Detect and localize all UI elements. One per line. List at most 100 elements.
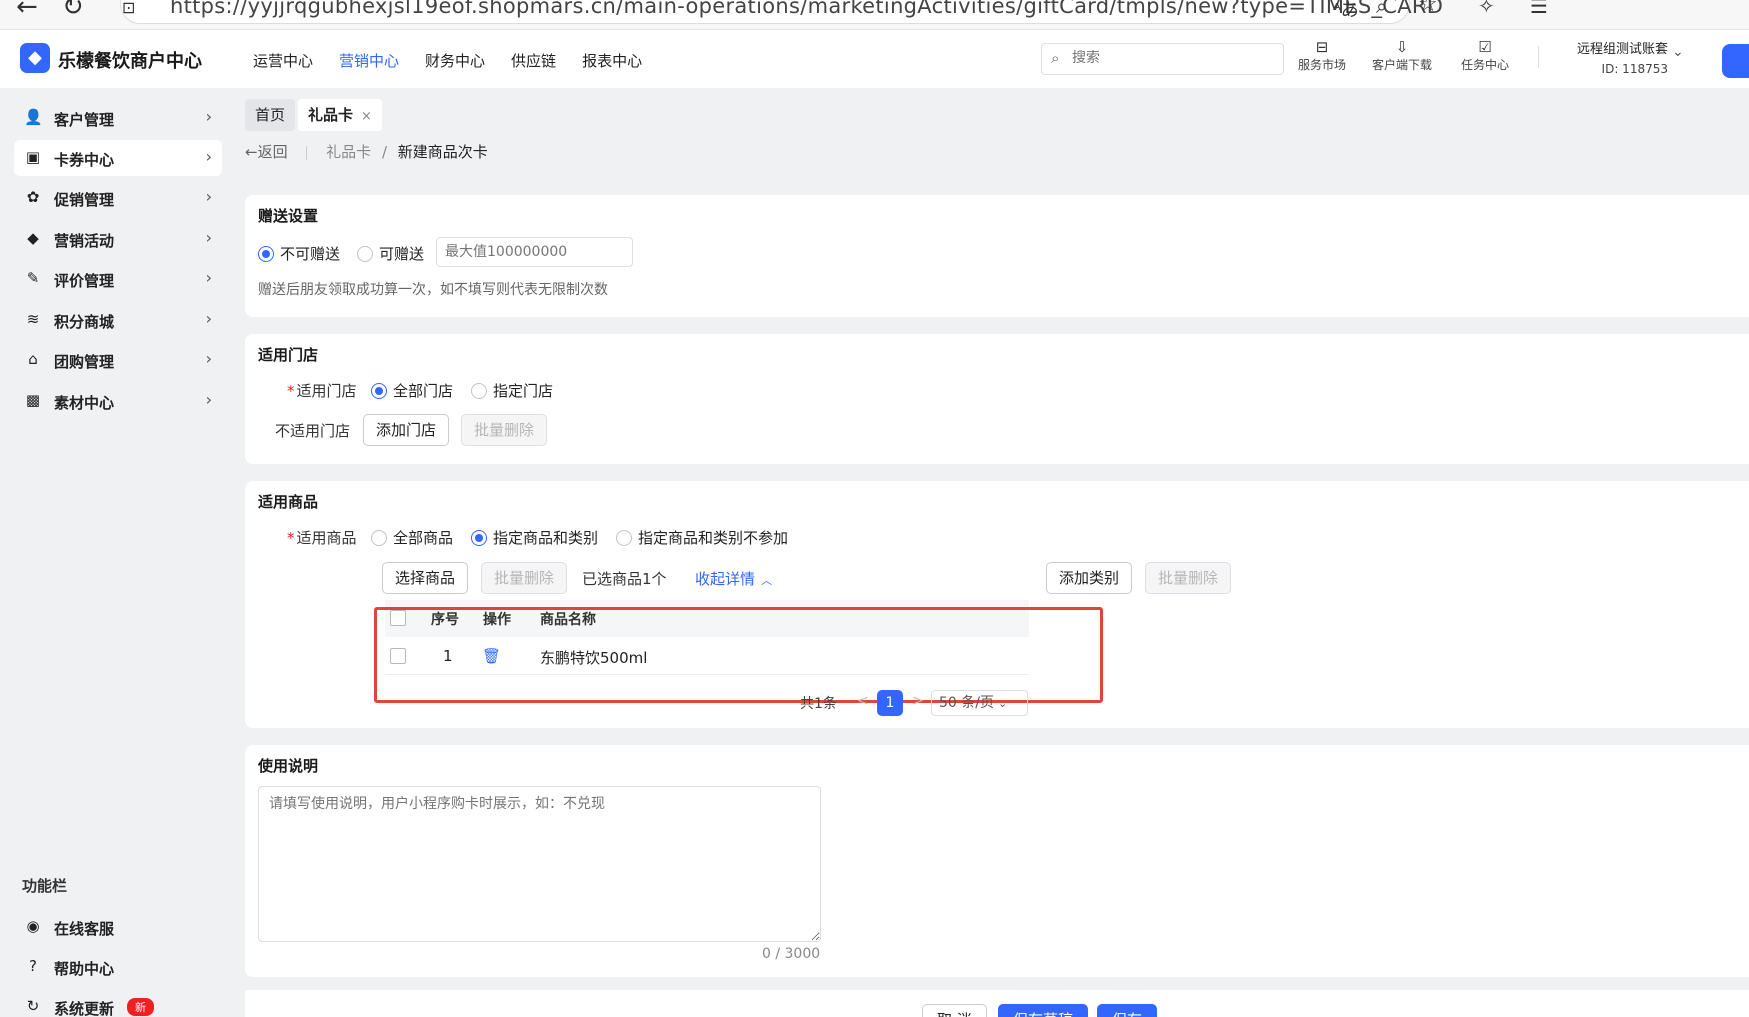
products-label: * 适用商品 xyxy=(287,527,357,548)
sidebar-item-label: 评价管理 xyxy=(54,272,115,290)
radio-specified-products[interactable]: 指定商品和类别 xyxy=(471,527,598,548)
nav-supply-chain[interactable]: 供应链 xyxy=(511,50,556,71)
favorite-star-icon[interactable]: ☆ xyxy=(1418,0,1438,17)
sidebar-item-materials[interactable]: ▩ 素材中心 › xyxy=(14,383,222,419)
breadcrumb-parent[interactable]: 礼品卡 xyxy=(326,143,371,161)
client-download-button[interactable]: ⇩ 客户端下载 xyxy=(1372,38,1432,73)
radio-dot xyxy=(357,245,373,262)
batch-delete-products-button[interactable]: 批量删除 xyxy=(481,562,568,594)
products-label-text: 适用商品 xyxy=(296,529,357,547)
back-arrow-icon[interactable]: ← xyxy=(16,0,38,22)
chevron-right-icon: › xyxy=(205,107,212,126)
back-button[interactable]: ←返回 xyxy=(245,143,288,161)
task-center-button[interactable]: ☑ 任务中心 xyxy=(1461,38,1509,73)
chevron-right-icon: › xyxy=(205,147,212,166)
shop-icon: ⌂ xyxy=(28,350,38,368)
close-icon[interactable]: × xyxy=(361,109,372,124)
sidebar-item-label: 积分商城 xyxy=(54,313,115,331)
stores-card: 适用门店 * 适用门店 全部门店 指定门店 不适用门店 添加门店 批量删除 xyxy=(245,334,1749,464)
sidebar-item-customers[interactable]: 👤 客户管理 › xyxy=(14,100,222,136)
collapse-details-label: 收起详情 xyxy=(695,570,756,588)
coins-icon: ≋ xyxy=(26,310,40,328)
nav-operations[interactable]: 运营中心 xyxy=(253,50,313,71)
sidebar-item-system-update[interactable]: ↻ 系统更新 新 xyxy=(14,989,222,1017)
search-box[interactable]: ⌕ xyxy=(1041,43,1284,75)
pager-prev-icon[interactable]: < xyxy=(857,693,869,709)
sidebar-item-cards[interactable]: ▣ 卡券中心 › xyxy=(14,140,222,176)
collapse-details-link[interactable]: 收起详情 ︿ xyxy=(695,568,772,589)
nav-marketing[interactable]: 营销中心 xyxy=(339,50,399,71)
usage-textarea[interactable] xyxy=(258,786,821,942)
search-input[interactable] xyxy=(1072,50,1272,66)
chevron-down-icon[interactable]: ⌄ xyxy=(1672,44,1684,60)
nav-finance[interactable]: 财务中心 xyxy=(425,50,485,71)
favorites-list-icon[interactable]: ☰ xyxy=(1530,0,1548,18)
row-index: 1 xyxy=(443,647,453,665)
url-text[interactable]: https://yyjjrqgubhexjsl19eof.shopmars.cn… xyxy=(170,0,1443,18)
sidebar-item-help-center[interactable]: ? 帮助中心 xyxy=(14,949,222,985)
sidebar-item-points-mall[interactable]: ≋ 积分商城 › xyxy=(14,302,222,338)
stores-title: 适用门店 xyxy=(258,346,319,364)
sidebar-item-group-buy[interactable]: ⌂ 团购管理 › xyxy=(14,342,222,378)
zoom-icon[interactable]: ⌕ xyxy=(1376,0,1387,18)
store-icon: ⊟ xyxy=(1315,38,1329,56)
breadcrumb-divider xyxy=(306,145,308,160)
radio-all-products[interactable]: 全部商品 xyxy=(371,527,453,548)
gift-settings-title: 赠送设置 xyxy=(258,207,319,225)
app-switch-icon[interactable] xyxy=(1722,44,1749,78)
card-icon: ▣ xyxy=(25,148,41,166)
sidebar-item-label: 在线客服 xyxy=(54,920,115,938)
sidebar-item-promotions[interactable]: ✿ 促销管理 › xyxy=(14,180,222,216)
radio-specified-products-excluded[interactable]: 指定商品和类别不参加 xyxy=(616,527,788,548)
account-switcher[interactable]: 远程组测试账套 ID: 118753 xyxy=(1548,38,1668,76)
radio-all-stores[interactable]: 全部门店 xyxy=(371,380,453,401)
footer-bar xyxy=(245,990,1749,1017)
save-draft-button[interactable]: 保存草稿 xyxy=(998,1004,1089,1017)
service-market-button[interactable]: ⊟ 服务市场 xyxy=(1298,38,1346,73)
sidebar-item-label: 营销活动 xyxy=(54,232,115,250)
radio-can-gift[interactable]: 可赠送 xyxy=(357,243,424,264)
required-mark: * xyxy=(287,529,295,547)
tag-icon: ◆ xyxy=(27,229,39,247)
select-product-button[interactable]: 选择商品 xyxy=(382,562,469,594)
sidebar-item-label: 帮助中心 xyxy=(54,960,115,978)
radio-dot xyxy=(616,529,632,546)
read-aloud-icon[interactable]: ᴬあ xyxy=(1333,0,1359,22)
help-icon: ? xyxy=(29,957,37,975)
page-size-select[interactable]: 50 条/页 ⌄ xyxy=(931,690,1028,716)
products-title: 适用商品 xyxy=(258,493,319,511)
radio-specified-stores[interactable]: 指定门店 xyxy=(471,380,553,401)
add-category-button[interactable]: 添加类别 xyxy=(1046,562,1133,594)
logo-icon: ◆ xyxy=(20,43,50,73)
cancel-button[interactable]: 取 消 xyxy=(922,1004,987,1017)
save-button[interactable]: 保存 xyxy=(1097,1004,1158,1017)
radio-no-gift[interactable]: 不可赠送 xyxy=(258,243,340,264)
reload-icon[interactable]: ↻ xyxy=(62,0,84,22)
extensions-icon[interactable]: ✧ xyxy=(1478,0,1495,18)
chevron-right-icon: › xyxy=(205,390,212,409)
page-size-label: 50 条/页 xyxy=(939,695,994,711)
sidebar-item-online-support[interactable]: ◉ 在线客服 xyxy=(14,909,222,945)
batch-delete-categories-button[interactable]: 批量删除 xyxy=(1145,562,1232,594)
pager-next-icon[interactable]: > xyxy=(912,693,924,709)
tab-gift-card[interactable]: 礼品卡 × xyxy=(298,99,382,131)
max-gift-count-input[interactable] xyxy=(436,237,633,267)
batch-delete-stores-button[interactable]: 批量删除 xyxy=(461,414,548,446)
trash-icon[interactable]: 🗑 xyxy=(482,647,501,665)
image-icon: ▩ xyxy=(25,391,41,409)
chevron-right-icon: › xyxy=(205,228,212,247)
pager-page-1[interactable]: 1 xyxy=(877,690,903,716)
tab-home[interactable]: 首页 xyxy=(245,99,296,131)
site-info-icon[interactable]: ⊡ xyxy=(122,0,135,17)
chat-icon: ◉ xyxy=(26,917,40,935)
sidebar-item-reviews[interactable]: ✎ 评价管理 › xyxy=(14,261,222,297)
task-icon: ☑ xyxy=(1478,38,1492,56)
select-all-checkbox[interactable] xyxy=(390,610,406,626)
add-store-button[interactable]: 添加门店 xyxy=(363,414,450,446)
breadcrumb-current: 新建商品次卡 xyxy=(397,143,488,161)
row-checkbox[interactable] xyxy=(390,648,406,664)
sidebar-item-label: 系统更新 xyxy=(54,1000,115,1017)
nav-reports[interactable]: 报表中心 xyxy=(582,50,642,71)
sidebar-item-campaigns[interactable]: ◆ 营销活动 › xyxy=(14,221,222,257)
radio-label: 不可赠送 xyxy=(280,245,341,263)
